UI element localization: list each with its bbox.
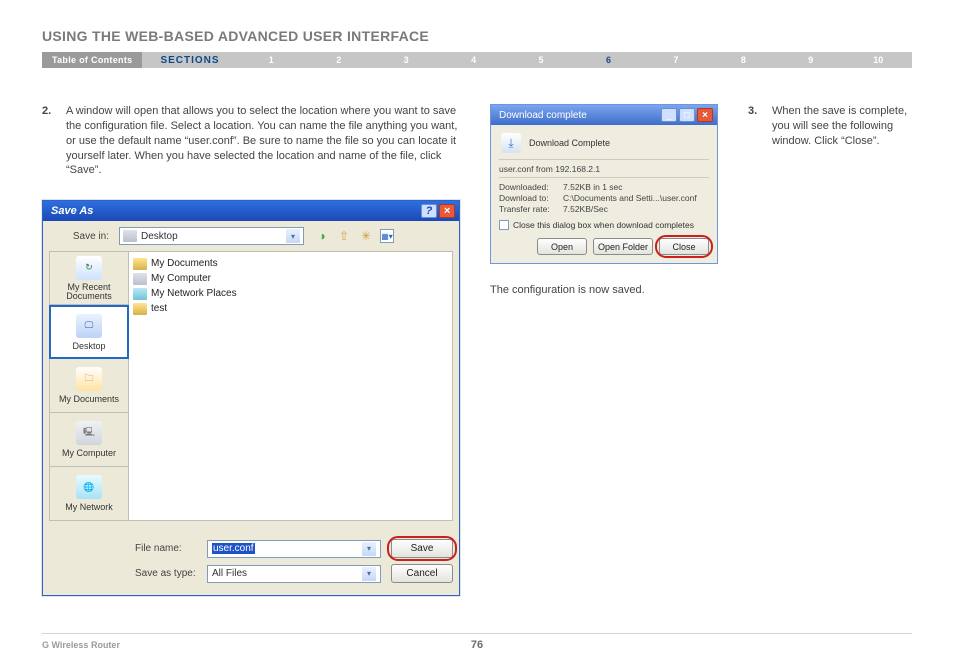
close-icon[interactable]: × <box>439 204 455 218</box>
place-my-network[interactable]: 🌐 My Network <box>49 467 129 521</box>
kv-val: C:\Documents and Setti...\user.conf <box>563 193 697 203</box>
savetype-combo[interactable]: All Files ▾ <box>207 565 381 583</box>
savetype-label: Save as type: <box>135 568 197 579</box>
step-3-number: 3. <box>748 104 762 149</box>
kv-key: Downloaded: <box>499 182 563 192</box>
step-3: 3. When the save is complete, you will s… <box>748 104 912 149</box>
filename-value: user.conf <box>212 543 255 554</box>
recent-documents-icon: ↻ <box>76 256 102 280</box>
computer-icon: 🖳 <box>76 421 102 445</box>
section-7[interactable]: 7 <box>642 55 709 65</box>
place-recent-documents[interactable]: ↻ My Recent Documents <box>49 251 129 305</box>
place-my-documents[interactable]: 🗀 My Documents <box>49 359 129 413</box>
download-icon: ⤓ <box>501 133 521 153</box>
save-in-value: Desktop <box>141 231 178 242</box>
folder-icon <box>133 303 147 315</box>
up-icon[interactable]: ⇧ <box>336 228 352 244</box>
kv-val: 7.52KB/Sec <box>563 204 608 214</box>
section-1[interactable]: 1 <box>238 55 305 65</box>
save-as-dialog: Save As ? × Save in: Desktop ▾ ◑ ⇧ ✳ <box>42 200 460 596</box>
place-label: My Recent Documents <box>50 283 128 301</box>
desktop-icon <box>123 230 137 242</box>
section-3[interactable]: 3 <box>372 55 439 65</box>
list-item[interactable]: My Documents <box>133 256 448 271</box>
close-button[interactable]: Close <box>659 238 709 255</box>
section-4[interactable]: 4 <box>440 55 507 65</box>
section-2[interactable]: 2 <box>305 55 372 65</box>
download-titlebar[interactable]: Download complete _ ☐ × <box>491 105 717 125</box>
place-label: My Documents <box>59 394 119 404</box>
chevron-down-icon[interactable]: ▾ <box>286 229 300 243</box>
saved-caption: The configuration is now saved. <box>490 284 718 296</box>
section-8[interactable]: 8 <box>710 55 777 65</box>
new-folder-icon[interactable]: ✳ <box>358 228 374 244</box>
section-6[interactable]: 6 <box>575 55 642 65</box>
file-name: My Network Places <box>151 288 237 299</box>
chevron-down-icon[interactable]: ▾ <box>362 542 376 556</box>
network-icon: 🌐 <box>76 475 102 499</box>
list-item[interactable]: My Network Places <box>133 286 448 301</box>
place-label: My Computer <box>62 448 116 458</box>
page-footer: G Wireless Router 76 <box>42 633 912 650</box>
save-in-combo[interactable]: Desktop ▾ <box>119 227 304 245</box>
open-button[interactable]: Open <box>537 238 587 255</box>
checkbox-label: Close this dialog box when download comp… <box>513 220 694 230</box>
savetype-value: All Files <box>212 568 247 579</box>
chevron-down-icon[interactable]: ▾ <box>362 567 376 581</box>
minimize-icon[interactable]: _ <box>661 108 677 122</box>
checkbox-icon <box>499 220 509 230</box>
section-5[interactable]: 5 <box>507 55 574 65</box>
section-10[interactable]: 10 <box>845 55 912 65</box>
page-title: USING THE WEB-BASED ADVANCED USER INTERF… <box>42 28 912 44</box>
file-name: My Documents <box>151 258 218 269</box>
step-3-text: When the save is complete, you will see … <box>772 104 912 149</box>
filename-input[interactable]: user.conf ▾ <box>207 540 381 558</box>
save-in-label: Save in: <box>49 231 109 242</box>
place-desktop[interactable]: 🖵 Desktop <box>49 305 129 359</box>
section-nav: Table of Contents SECTIONS 1 2 3 4 5 6 7… <box>42 52 912 68</box>
documents-icon: 🗀 <box>76 367 102 391</box>
views-icon[interactable]: ▦▾ <box>380 229 394 243</box>
step-2: 2. A window will open that allows you to… <box>42 104 460 178</box>
download-title-text: Download complete <box>499 110 587 121</box>
step-2-number: 2. <box>42 104 56 178</box>
list-item[interactable]: test <box>133 301 448 316</box>
section-9[interactable]: 9 <box>777 55 844 65</box>
maximize-icon[interactable]: ☐ <box>679 108 695 122</box>
place-my-computer[interactable]: 🖳 My Computer <box>49 413 129 467</box>
product-name: G Wireless Router <box>42 640 120 650</box>
open-folder-button[interactable]: Open Folder <box>593 238 653 255</box>
computer-icon <box>133 273 147 285</box>
sections-label: SECTIONS <box>142 55 237 66</box>
toc-link[interactable]: Table of Contents <box>42 52 142 68</box>
file-name: test <box>151 303 167 314</box>
filename-label: File name: <box>135 543 197 554</box>
kv-key: Transfer rate: <box>499 204 563 214</box>
save-as-titlebar[interactable]: Save As ? × <box>43 201 459 221</box>
download-header: Download Complete <box>529 138 610 148</box>
download-source: user.conf from 192.168.2.1 <box>499 164 709 174</box>
download-complete-dialog: Download complete _ ☐ × ⤓ Download Compl… <box>490 104 718 264</box>
save-button[interactable]: Save <box>391 539 453 558</box>
save-as-title-text: Save As <box>51 205 93 217</box>
close-on-complete-checkbox[interactable]: Close this dialog box when download comp… <box>499 220 709 230</box>
kv-val: 7.52KB in 1 sec <box>563 182 623 192</box>
file-name: My Computer <box>151 273 211 284</box>
place-label: My Network <box>65 502 113 512</box>
page-number: 76 <box>471 639 483 651</box>
list-item[interactable]: My Computer <box>133 271 448 286</box>
place-label: Desktop <box>72 341 105 351</box>
desktop-icon: 🖵 <box>76 314 102 338</box>
back-icon[interactable]: ◑ <box>314 228 330 244</box>
close-icon[interactable]: × <box>697 108 713 122</box>
kv-key: Download to: <box>499 193 563 203</box>
folder-icon <box>133 258 147 270</box>
help-icon[interactable]: ? <box>421 204 437 218</box>
step-2-text: A window will open that allows you to se… <box>66 104 460 178</box>
network-icon <box>133 288 147 300</box>
file-list[interactable]: My Documents My Computer My Network Plac… <box>129 251 453 521</box>
cancel-button[interactable]: Cancel <box>391 564 453 583</box>
